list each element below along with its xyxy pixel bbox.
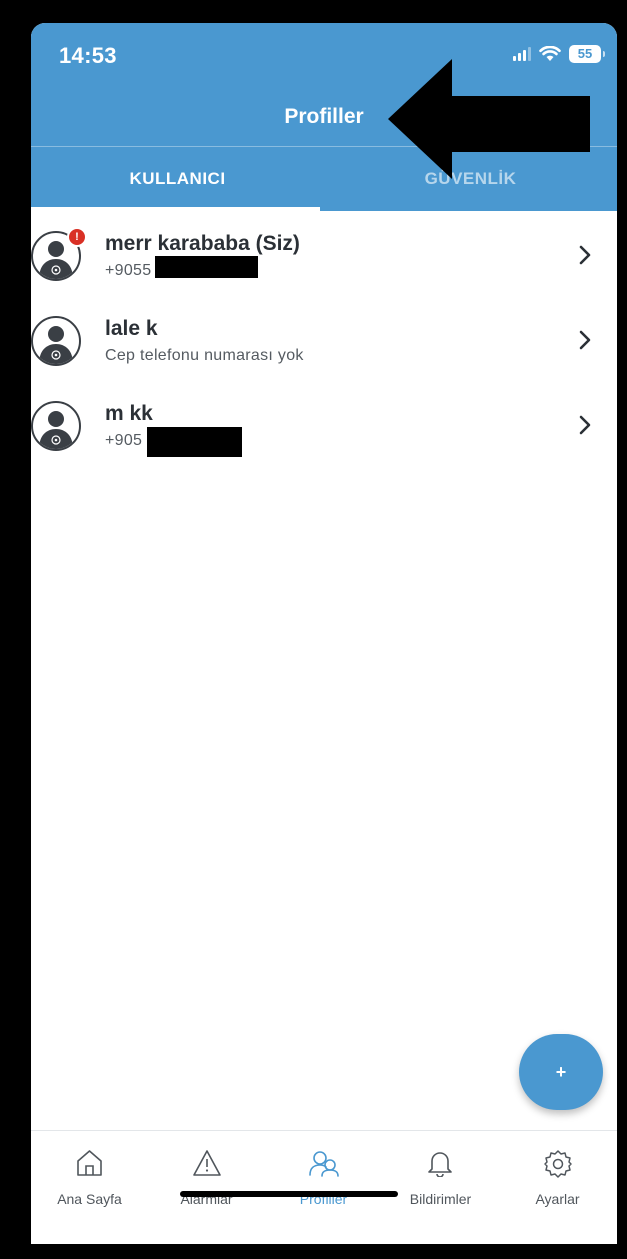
profile-name: m kk — [105, 402, 153, 425]
redaction-box — [147, 427, 242, 457]
nav-label: Ayarlar — [535, 1191, 580, 1207]
tab-user[interactable]: KULLANICI — [31, 146, 324, 211]
nav-settings[interactable]: Ayarlar — [499, 1131, 616, 1244]
redaction-box — [155, 256, 258, 278]
avatar — [31, 316, 81, 366]
user-silhouette-icon — [39, 326, 73, 364]
avatar — [31, 401, 81, 451]
nav-profiles[interactable]: Profiller — [265, 1131, 382, 1244]
annotation-arrow-icon — [388, 59, 590, 179]
profile-name: merr karababa (Siz) — [105, 232, 300, 255]
chevron-right-icon — [579, 245, 591, 265]
profile-name: lale k — [105, 317, 158, 340]
profile-row[interactable]: m kk +905 — [31, 381, 617, 466]
bell-icon — [428, 1152, 452, 1177]
nav-label: Ana Sayfa — [57, 1191, 122, 1207]
gear-icon — [544, 1150, 572, 1178]
chevron-right-icon — [579, 330, 591, 350]
warning-icon — [193, 1150, 221, 1176]
phone-screen: 14:53 55 Profiller KULLANICI GÜVENLİK ! … — [31, 23, 617, 1244]
home-indicator — [180, 1191, 398, 1197]
profile-phone: +9055 — [105, 262, 152, 279]
nav-home[interactable]: Ana Sayfa — [31, 1131, 148, 1244]
alert-badge: ! — [67, 227, 87, 247]
bottom-nav: Ana Sayfa Alarmlar Profiller Bildirimler… — [31, 1130, 617, 1244]
chevron-right-icon — [579, 415, 591, 435]
status-time: 14:53 — [59, 43, 117, 68]
user-silhouette-icon — [39, 411, 73, 449]
profile-row[interactable]: ! merr karababa (Siz) +9055 — [31, 211, 617, 296]
profile-list: ! merr karababa (Siz) +9055 lale k Cep t… — [31, 211, 617, 466]
nav-alarms[interactable]: Alarmlar — [148, 1131, 265, 1244]
nav-label: Bildirimler — [409, 1191, 472, 1207]
nav-notifications[interactable]: Bildirimler — [382, 1131, 499, 1244]
profiles-icon — [309, 1151, 339, 1177]
profile-phone: +905 — [105, 432, 143, 449]
add-profile-button[interactable]: + — [519, 1034, 603, 1110]
home-icon — [77, 1150, 102, 1176]
profile-phone: Cep telefonu numarası yok — [105, 347, 304, 364]
profile-row[interactable]: lale k Cep telefonu numarası yok — [31, 296, 617, 381]
